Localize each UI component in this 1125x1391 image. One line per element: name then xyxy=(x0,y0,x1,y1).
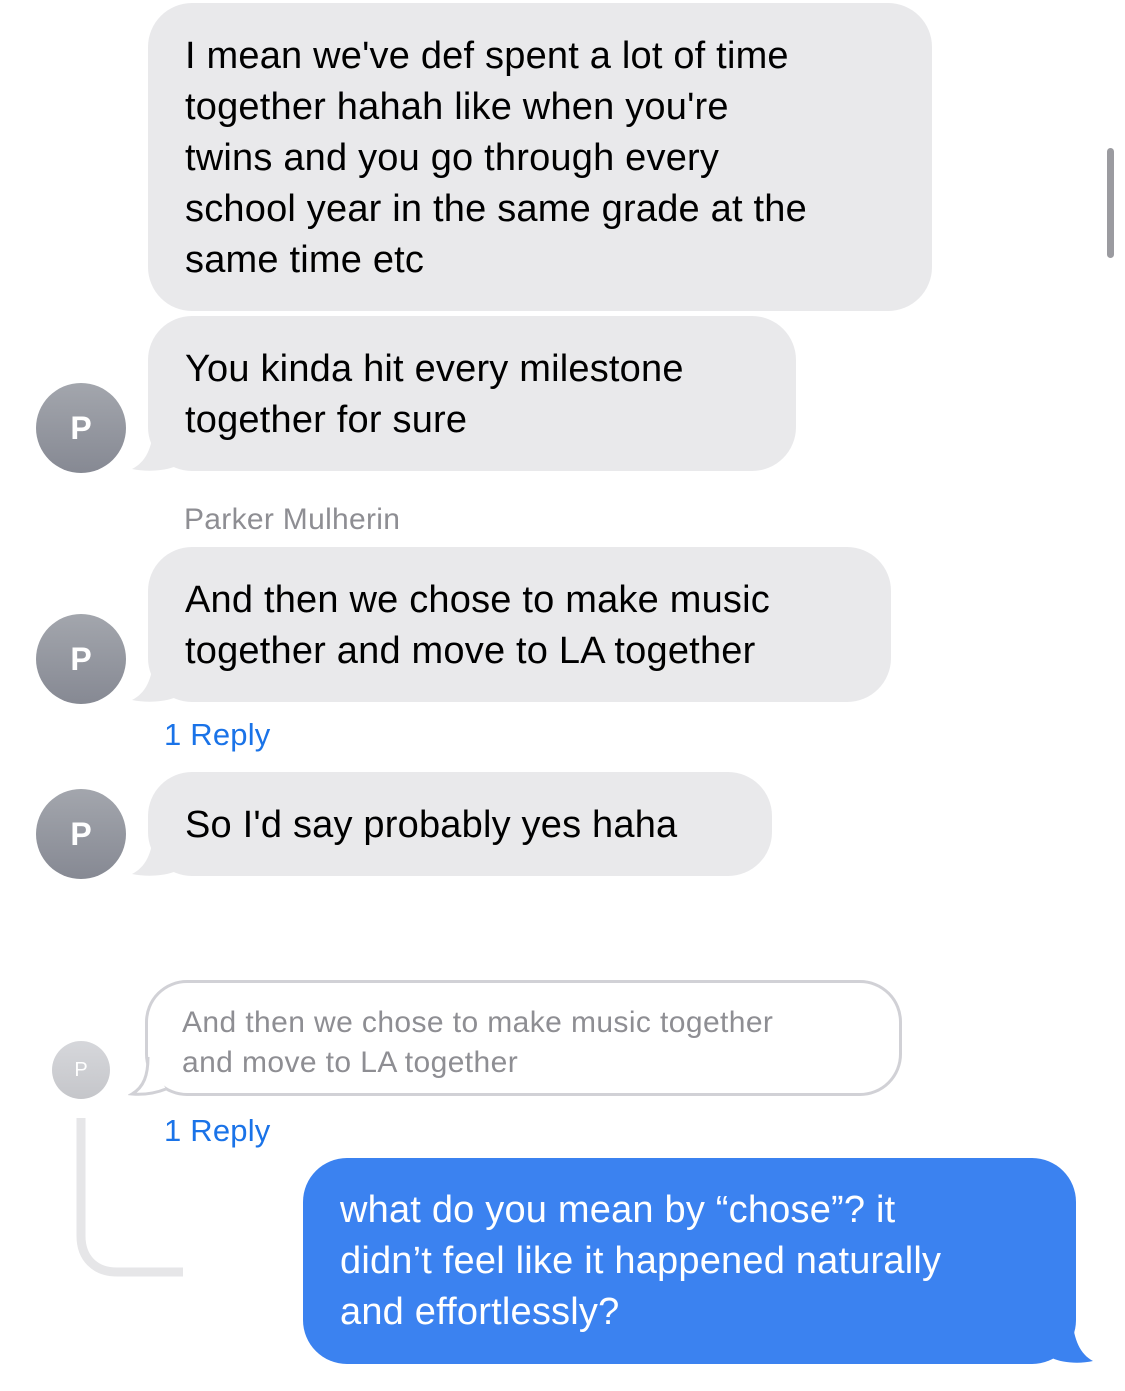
scrollbar[interactable] xyxy=(1107,148,1114,258)
avatar[interactable]: P xyxy=(36,789,126,879)
thread-replies-link[interactable]: 1 Reply xyxy=(164,717,271,753)
incoming-message-bubble[interactable]: I mean we've def spent a lot of time tog… xyxy=(148,3,932,311)
bubble-tail-icon xyxy=(128,1056,167,1096)
bubble-tail-icon xyxy=(132,657,176,702)
thread-replies-link[interactable]: 1 Reply xyxy=(164,1113,271,1149)
avatar[interactable]: P xyxy=(36,614,126,704)
avatar[interactable]: P xyxy=(36,383,126,473)
outgoing-message-bubble[interactable]: what do you mean by “chose”? it didn’t f… xyxy=(303,1158,1076,1364)
conversation-view[interactable]: I mean we've def spent a lot of time tog… xyxy=(0,0,1125,1391)
bubble-tail-icon xyxy=(132,831,176,876)
bubble-tail-icon xyxy=(1052,1318,1093,1363)
incoming-message-bubble[interactable]: And then we chose to make music together… xyxy=(148,547,891,702)
bubble-tail-icon xyxy=(132,426,176,471)
quoted-message-bubble[interactable]: And then we chose to make music together… xyxy=(145,980,902,1096)
sender-name: Parker Mulherin xyxy=(184,503,401,536)
incoming-message-bubble[interactable]: You kinda hit every milestone together f… xyxy=(148,316,796,471)
incoming-message-bubble[interactable]: So I'd say probably yes haha xyxy=(148,772,772,876)
avatar[interactable]: P xyxy=(52,1041,110,1099)
